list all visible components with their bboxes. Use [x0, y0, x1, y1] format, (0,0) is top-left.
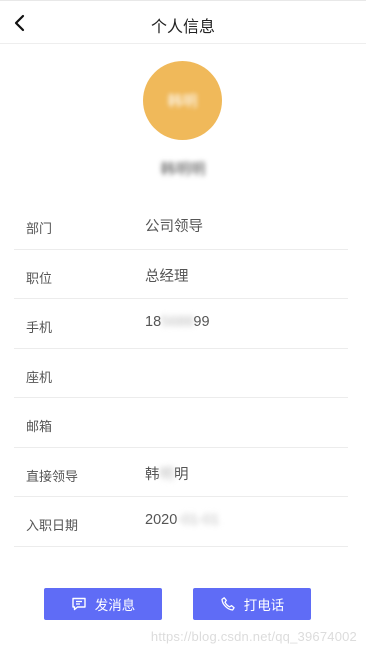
info-row-department: 部门 公司领导 [14, 200, 348, 250]
field-label: 部门 [26, 221, 53, 236]
watermark: https://blog.csdn.net/qq_39674002 [150, 629, 357, 644]
info-row-direct-leader: 直接领导 韩明明 [14, 448, 348, 497]
info-row-landline: 座机 [14, 349, 348, 398]
page-title: 个人信息 [150, 19, 215, 36]
field-value: 韩明明 [145, 463, 189, 484]
info-row-email: 邮箱 [14, 398, 348, 448]
leader-suffix: 明 [174, 466, 189, 483]
mobile-suffix: 99 [193, 314, 210, 330]
phone-icon [221, 597, 235, 611]
field-value: 18568899 [145, 314, 210, 330]
field-label: 入职日期 [26, 518, 79, 533]
message-icon [72, 597, 86, 611]
send-message-button[interactable]: 发消息 [44, 588, 162, 620]
field-label: 邮箱 [26, 419, 53, 434]
leader-hidden: 明 [159, 466, 175, 483]
header-bar: 个人信息 [0, 0, 366, 44]
field-label: 职位 [26, 270, 53, 286]
info-row-hire-date: 入职日期 2020-01-01 [14, 497, 348, 547]
info-row-mobile: 手机 18568899 [14, 299, 348, 349]
hire-date-hidden: -01-01 [177, 512, 220, 528]
field-label: 座机 [26, 369, 53, 385]
field-label: 手机 [26, 320, 53, 335]
field-value: 2020-01-01 [145, 512, 219, 528]
action-bar: 发消息 打电话 [0, 588, 366, 620]
call-button[interactable]: 打电话 [193, 588, 311, 620]
profile-name: 韩明明 [160, 161, 206, 178]
field-label: 直接领导 [26, 468, 79, 484]
mobile-hidden: 5688 [161, 314, 194, 330]
send-message-label: 发消息 [94, 598, 136, 613]
mobile-prefix: 18 [145, 314, 162, 330]
field-value: 公司领导 [145, 219, 203, 235]
field-value: 总经理 [145, 268, 189, 285]
leader-prefix: 韩 [145, 466, 160, 483]
info-row-position: 职位 总经理 [14, 250, 348, 299]
hire-date-year: 2020 [145, 512, 178, 528]
avatar-initials: 韩明 [167, 93, 198, 110]
info-list: 部门 公司领导 职位 总经理 手机 18568899 座机 邮箱 直接领导 韩明… [14, 200, 348, 547]
avatar: 韩明 [143, 61, 222, 140]
call-label: 打电话 [243, 598, 285, 613]
